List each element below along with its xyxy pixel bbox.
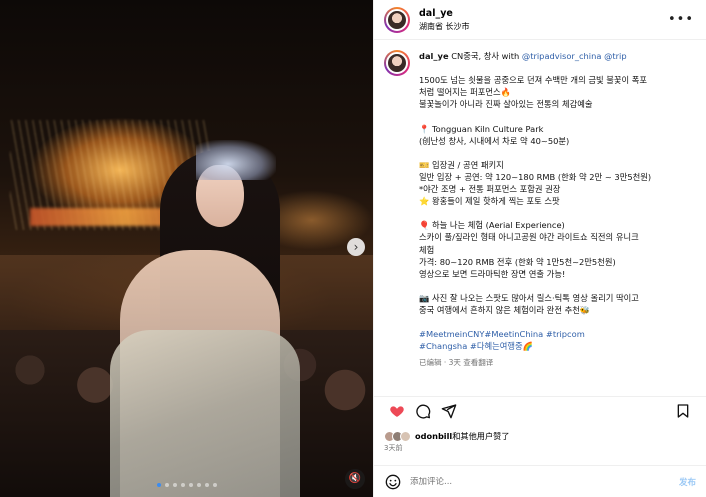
floral-headpiece — [196, 140, 276, 180]
caption-line: 📍 Tongguan Kiln Culture Park — [419, 123, 694, 135]
caption-line: 체험 — [419, 244, 694, 256]
caption-line: *야간 조명 + 전통 퍼포먼스 포함권 권장 — [419, 183, 694, 195]
carousel-dot[interactable] — [172, 483, 177, 487]
share-icon[interactable] — [436, 398, 462, 424]
bookmark-icon[interactable] — [670, 398, 696, 424]
caption-line: (创난성 창사, 시내에서 차로 약 40~50분) — [419, 135, 694, 147]
caption-line: 처럼 떨어지는 퍼포먼스🔥 — [419, 86, 694, 98]
carousel-dot[interactable] — [196, 483, 201, 487]
hashtag-link[interactable]: #다혜는여행중🌈 — [470, 341, 533, 351]
hashtag-links[interactable]: #MeetmeinCNY#MeetinChina #tripcom — [419, 329, 585, 339]
caption-text: 스카이 풀/짚라인 형태 아니고공원 야간 라이트쇼 직전의 유니크 — [419, 232, 639, 243]
mute-icon[interactable]: 🔇 — [345, 469, 365, 489]
caption-text: 중국 여행에서 흔하지 않은 체험이라 완전 추천🐝 — [419, 304, 591, 315]
comment-bar: 发布 — [374, 465, 706, 497]
caption-line: 📷 사진 잘 나오는 스팟도 많아서 릴스·틱톡 영상 올리기 딱이고 — [419, 292, 694, 304]
caption-text: 1500도 넘는 쇳물을 공중으로 던져 수백만 개의 금빛 불꽃이 폭포 — [419, 75, 648, 86]
carousel-dot[interactable] — [164, 483, 169, 487]
caption-body: dal_ye CN중국, 창사 with @tripadvisor_china … — [419, 50, 694, 376]
caption-line: ⭐ 왕홍들이 제일 핫하게 찍는 포토 스팟 — [419, 195, 694, 207]
caption-line: 불꽃놀이가 아니라 진짜 살아있는 전통의 체감예술 — [419, 98, 694, 110]
caption-username[interactable]: dal_ye — [419, 51, 449, 61]
caption-text: 가격: 80~120 RMB 전후 (한화 약 1만5천~2만5천원) — [419, 256, 616, 267]
hashtag-link[interactable]: #Changsha — [419, 341, 467, 351]
post-comment-button[interactable]: 发布 — [679, 476, 696, 488]
comment-icon[interactable] — [410, 398, 436, 424]
emoji-icon[interactable] — [384, 473, 402, 491]
caption-text: 🎈 하늘 나는 체험 (Aerial Experience) — [419, 220, 565, 231]
avatar[interactable] — [384, 6, 410, 33]
likes-summary[interactable]: odonbill 和其他用户赞了 — [384, 429, 696, 443]
caption-text: 영상으로 보면 드라마틱한 장면 연출 가능! — [419, 268, 566, 279]
caption-text: 체험 — [419, 244, 435, 255]
carousel-dot[interactable] — [188, 483, 193, 487]
caption-line: 가격: 80~120 RMB 전후 (한화 약 1만5천~2만5천원) — [419, 256, 694, 268]
woman-shawl — [110, 330, 300, 497]
post-side-panel: dal_ye 湖南省 长沙市 ••• dal_ye CN중국, 창사 with … — [373, 0, 706, 497]
caption-text: 🎫 입장권 / 공연 패키지 — [419, 159, 504, 170]
caption-text: 불꽃놀이가 아니라 진짜 살아있는 전통의 체감예술 — [419, 99, 593, 110]
caption-text: 📷 사진 잘 나오는 스팟도 많아서 릴스·틱톡 영상 올리기 딱이고 — [419, 292, 639, 303]
caption-text: ⭐ 왕홍들이 제일 핫하게 찍는 포토 스팟 — [419, 196, 560, 207]
more-icon[interactable]: ••• — [668, 12, 694, 27]
caption-line: #MeetmeinCNY#MeetinChina #tripcom — [419, 328, 694, 340]
action-bar — [374, 396, 706, 424]
caption-text: *야간 조명 + 전통 퍼포먼스 포함권 권장 — [419, 184, 561, 195]
chevron-right-icon[interactable]: › — [347, 238, 365, 256]
caption-text: 일반 입장 + 공연: 약 120~180 RMB (한화 약 2만 ~ 3만5… — [419, 171, 652, 182]
carousel-dot[interactable] — [204, 483, 209, 487]
caption-meta[interactable]: 已编辑 · 3天 查看翻译 — [419, 357, 694, 369]
mention-link[interactable]: @trip — [604, 51, 627, 61]
carousel-dots — [0, 483, 373, 487]
carousel-dot[interactable] — [212, 483, 217, 487]
caption-line: 1500도 넘는 쇳물을 공중으로 던져 수백만 개의 금빛 불꽃이 폭포 — [419, 74, 694, 86]
caption-text: 📍 Tongguan Kiln Culture Park — [419, 123, 544, 134]
post-header: dal_ye 湖南省 长沙市 ••• — [374, 0, 706, 40]
caption-location-with: CN중국, 창사 with — [451, 51, 522, 61]
liker-avatars — [384, 430, 411, 442]
header-username[interactable]: dal_ye — [419, 8, 668, 20]
likes-rest[interactable]: 和其他用户赞了 — [452, 430, 509, 442]
mention-link[interactable]: @tripadvisor_china — [522, 51, 602, 61]
caption-avatar[interactable] — [384, 50, 410, 76]
post-dialog: › 🔇 dal_ye 湖南省 长沙市 ••• dal_ye CN중국, 창사 w… — [0, 0, 706, 497]
caption-line: 스카이 풀/짚라인 형태 아니고공원 야간 라이트쇼 직전의 유니크 — [419, 231, 694, 243]
heart-icon[interactable] — [384, 398, 410, 424]
caption-line: 중국 여행에서 흔하지 않은 체험이라 완전 추천🐝 — [419, 304, 694, 316]
caption-line: #Changsha #다혜는여행중🌈 — [419, 340, 694, 352]
caption-text: 처럼 떨어지는 퍼포먼스🔥 — [419, 87, 511, 98]
comment-input[interactable] — [410, 476, 679, 487]
liker-username[interactable]: odonbill — [415, 431, 452, 441]
carousel-dot[interactable] — [156, 483, 161, 487]
carousel-dot[interactable] — [180, 483, 185, 487]
post-time[interactable]: 3天前 — [384, 443, 402, 453]
caption-line: 일반 입장 + 공연: 약 120~180 RMB (한화 약 2만 ~ 3만5… — [419, 171, 694, 183]
caption: dal_ye CN중국, 창사 with @tripadvisor_china … — [374, 50, 706, 376]
caption-line: 🎫 입장권 / 공연 패키지 — [419, 159, 694, 171]
caption-text: (创난성 창사, 시내에서 차로 약 40~50분) — [419, 135, 570, 146]
caption-line: 영상으로 보면 드라마틱한 장면 연출 가능! — [419, 268, 694, 280]
header-location[interactable]: 湖南省 长沙市 — [419, 21, 668, 32]
caption-line: 🎈 하늘 나는 체험 (Aerial Experience) — [419, 219, 694, 231]
caption-line: dal_ye CN중국, 창사 with @tripadvisor_china … — [419, 50, 694, 62]
post-media[interactable]: › 🔇 — [0, 0, 373, 497]
